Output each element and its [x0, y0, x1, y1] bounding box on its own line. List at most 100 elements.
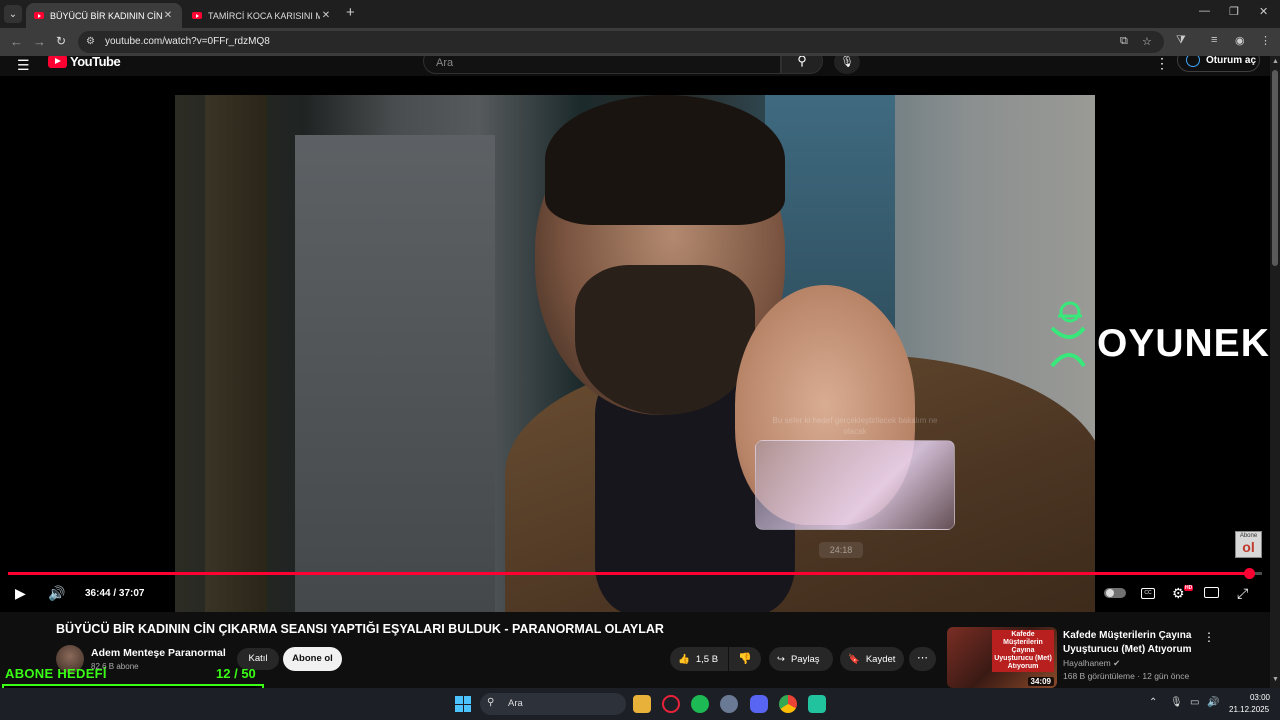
search-input[interactable]: Ara: [423, 56, 781, 74]
hover-preview-chapter: Bu sefer ki hedef gerçekleştirilecek bak…: [772, 416, 938, 436]
volume-icon[interactable]: 🔊: [48, 585, 65, 602]
restore-icon[interactable]: ❐: [1229, 5, 1239, 18]
address-bar[interactable]: ⚙ youtube.com/watch?v=0FFr_rdzMQ8 ⧉ ☆: [78, 31, 1164, 53]
speaker-icon[interactable]: 🔊: [1207, 697, 1219, 708]
sign-in-button[interactable]: Oturum aç: [1177, 56, 1260, 72]
recommended-video-thumbnail[interactable]: Kafede Müşterilerin Çayına Uyuşturucu (M…: [947, 627, 1057, 688]
recommended-video-meta: 168 B görüntüleme · 12 gün önce: [1063, 671, 1190, 681]
youtube-favicon-icon: [34, 12, 44, 19]
goal-current: 12: [216, 666, 231, 681]
browser-toolbar: ← → ↻ ⚙ youtube.com/watch?v=0FFr_rdzMQ8 …: [0, 28, 1280, 56]
reload-icon[interactable]: ↻: [56, 34, 66, 48]
save-label: Kaydet: [865, 653, 896, 665]
install-app-icon[interactable]: ⧉: [1120, 35, 1128, 48]
app-icon[interactable]: [720, 695, 738, 713]
clock-time[interactable]: 03:00: [1240, 693, 1270, 702]
subscribe-button[interactable]: Abone ol: [283, 647, 342, 671]
page-scrollbar[interactable]: ▲ ▼: [1270, 56, 1280, 688]
file-explorer-icon[interactable]: [633, 695, 651, 713]
url-text[interactable]: youtube.com/watch?v=0FFr_rdzMQ8: [105, 36, 270, 47]
browser-tab-active[interactable]: BÜYÜCÜ BİR KADININ CİN ÇIKAR ✕: [26, 3, 182, 28]
microphone-icon[interactable]: 🎙: [834, 56, 860, 74]
video-frame[interactable]: Bu sefer ki hedef gerçekleştirilecek bak…: [175, 95, 1095, 612]
goal-count: 12 / 50: [216, 666, 256, 681]
media-control-icon[interactable]: ≡: [1211, 34, 1217, 46]
more-actions-icon[interactable]: ⋯: [909, 647, 936, 671]
tab-title: BÜYÜCÜ BİR KADININ CİN ÇIKAR: [50, 10, 162, 21]
search-icon[interactable]: ⚲: [781, 56, 823, 74]
extensions-icon[interactable]: ⧩: [1176, 34, 1186, 47]
windows-start-icon[interactable]: [455, 696, 471, 712]
subtitles-icon[interactable]: CC: [1141, 588, 1155, 599]
settings-menu-icon[interactable]: ⋮: [1155, 56, 1169, 72]
recommended-channel-name[interactable]: Hayalhanem ✔: [1063, 658, 1120, 669]
sign-in-label: Oturum aç: [1206, 56, 1257, 66]
display-icon[interactable]: ▭: [1190, 697, 1199, 708]
new-tab-icon[interactable]: +: [346, 4, 355, 21]
taskbar-search-icon: ⚲: [487, 697, 495, 708]
theater-mode-icon[interactable]: [1204, 587, 1219, 598]
spotify-icon[interactable]: [691, 695, 709, 713]
like-button[interactable]: 👍 1,5 B: [670, 647, 728, 671]
bookmark-icon: 🔖: [848, 653, 860, 665]
account-icon: [1186, 56, 1200, 67]
browser-tab[interactable]: TAMİRCİ KOCA KARISINI MÜŞT ✕: [184, 3, 340, 28]
youtube-favicon-icon: [192, 12, 202, 19]
youtube-logo-icon: [48, 56, 67, 68]
youtube-logo-text: YouTube: [70, 56, 121, 69]
search-placeholder: Ara: [436, 57, 454, 69]
autoplay-toggle[interactable]: [1104, 588, 1126, 598]
hover-preview-time: 24:18: [819, 542, 863, 558]
subscribe-watermark-badge[interactable]: Abone ol: [1235, 531, 1262, 558]
like-count: 1,5 B: [695, 653, 719, 665]
fullscreen-icon[interactable]: ⤢: [1237, 585, 1248, 602]
forward-icon[interactable]: →: [33, 34, 46, 49]
minimize-icon[interactable]: —: [1199, 5, 1210, 17]
video-title: BÜYÜCÜ BİR KADININ CİN ÇIKARMA SEANSI YA…: [56, 622, 664, 636]
windows-taskbar: Ara ⚲ ⌃ 🎙 ▭ 🔊 03:00 21.12.2025: [0, 688, 1280, 720]
hamburger-menu-icon[interactable]: ☰: [17, 57, 30, 74]
video-player[interactable]: Bu sefer ki hedef gerçekleştirilecek bak…: [0, 76, 1270, 612]
browser-tab-strip: ⌄ BÜYÜCÜ BİR KADININ CİN ÇIKAR ✕ TAMİRCİ…: [0, 0, 1280, 28]
opera-icon[interactable]: [662, 695, 680, 713]
tab-close-icon[interactable]: ✕: [320, 10, 332, 21]
chrome-menu-icon[interactable]: ⋮: [1260, 34, 1271, 47]
share-button[interactable]: ↪ Paylaş: [769, 647, 833, 671]
oyuneks-logo-icon: [1050, 301, 1086, 368]
recommendation-menu-icon[interactable]: ⋮: [1203, 630, 1215, 644]
badge-bottom-text: ol: [1242, 539, 1255, 555]
discord-icon[interactable]: [750, 695, 768, 713]
tab-close-icon[interactable]: ✕: [162, 10, 174, 21]
hd-badge: HD: [1184, 585, 1194, 591]
bookmark-star-icon[interactable]: ☆: [1142, 35, 1152, 48]
progress-bar[interactable]: [8, 568, 1262, 579]
video-scene-beard: [575, 265, 755, 415]
clock-date[interactable]: 21.12.2025: [1229, 705, 1269, 714]
profile-icon[interactable]: ◉: [1235, 34, 1245, 47]
youtube-logo[interactable]: YouTube: [48, 56, 121, 69]
goal-target: / 50: [234, 666, 256, 681]
tab-search-icon[interactable]: ⌄: [4, 5, 22, 23]
microphone-tray-icon[interactable]: 🎙: [1170, 697, 1183, 708]
taskbar-search[interactable]: Ara: [480, 693, 626, 715]
chrome-icon[interactable]: [779, 695, 797, 713]
scroll-up-icon[interactable]: ▲: [1272, 58, 1279, 65]
back-icon[interactable]: ←: [10, 34, 23, 49]
progress-scrubber[interactable]: [1244, 568, 1256, 579]
video-scene-wall: [295, 135, 495, 612]
site-info-icon[interactable]: ⚙: [86, 36, 95, 47]
youtube-masthead: ☰ YouTube Ara ⚲ 🎙 ⋮ Oturum aç: [0, 56, 1270, 76]
app-icon[interactable]: [808, 695, 826, 713]
scrollbar-thumb[interactable]: [1272, 70, 1278, 266]
thumbs-down-icon[interactable]: 👎: [729, 647, 761, 671]
thumbs-up-icon: 👍: [678, 653, 690, 665]
channel-name[interactable]: Adem Menteşe Paranormal: [91, 647, 226, 659]
settings-gear-icon[interactable]: ⚙: [1172, 585, 1185, 602]
share-label: Paylaş: [790, 653, 820, 665]
recommended-video-title[interactable]: Kafede Müşterilerin Çayına Uyuşturucu (M…: [1063, 629, 1193, 657]
play-icon[interactable]: ▶: [15, 585, 26, 602]
tray-chevron-icon[interactable]: ⌃: [1149, 697, 1157, 708]
save-button[interactable]: 🔖 Kaydet: [840, 647, 904, 671]
window-close-icon[interactable]: ✕: [1259, 5, 1268, 18]
scroll-down-icon[interactable]: ▼: [1272, 676, 1279, 683]
